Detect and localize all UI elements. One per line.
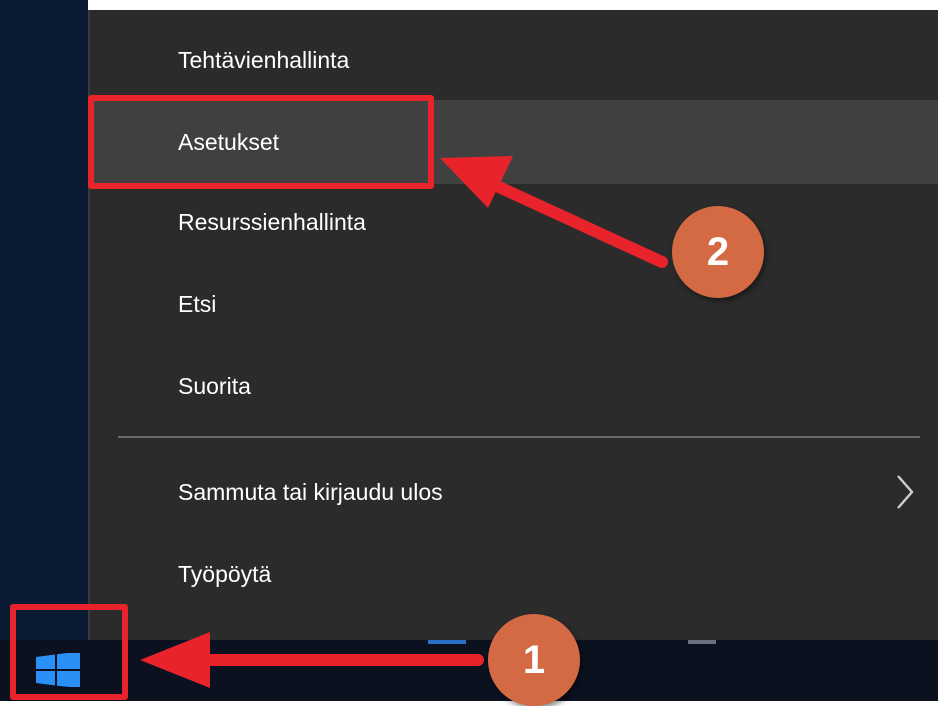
menu-item-label: Työpöytä (178, 560, 272, 587)
menu-item-label: Tehtävienhallinta (178, 46, 350, 73)
desktop: Tehtävienhallinta Asetukset Resurssienha… (0, 0, 938, 706)
settings-item-highlight (88, 95, 434, 189)
step-number: 1 (522, 637, 546, 682)
desktop-background-strip (0, 0, 88, 640)
menu-item-run[interactable]: Suorita (90, 344, 938, 428)
menu-item-label: Suorita (178, 372, 251, 399)
menu-item-task-manager[interactable]: Tehtävienhallinta (90, 18, 938, 102)
menu-item-label: Resurssienhallinta (178, 208, 366, 235)
taskbar (0, 640, 938, 701)
menu-item-label: Sammuta tai kirjaudu ulos (178, 478, 443, 505)
start-button-highlight (10, 604, 128, 700)
menu-item-label: Etsi (178, 290, 217, 317)
step-number: 2 (706, 229, 730, 274)
step-1-badge: 1 (488, 614, 580, 706)
taskbar-app-indicator (428, 640, 466, 644)
chevron-right-icon (897, 475, 914, 509)
step-2-badge: 2 (672, 206, 764, 298)
menu-separator (118, 436, 920, 438)
menu-item-shutdown-signout[interactable]: Sammuta tai kirjaudu ulos (90, 450, 938, 534)
menu-item-search[interactable]: Etsi (90, 262, 938, 346)
taskbar-app-indicator (688, 640, 716, 644)
menu-item-file-explorer[interactable]: Resurssienhallinta (90, 180, 938, 264)
menu-item-desktop[interactable]: Työpöytä (90, 532, 938, 616)
